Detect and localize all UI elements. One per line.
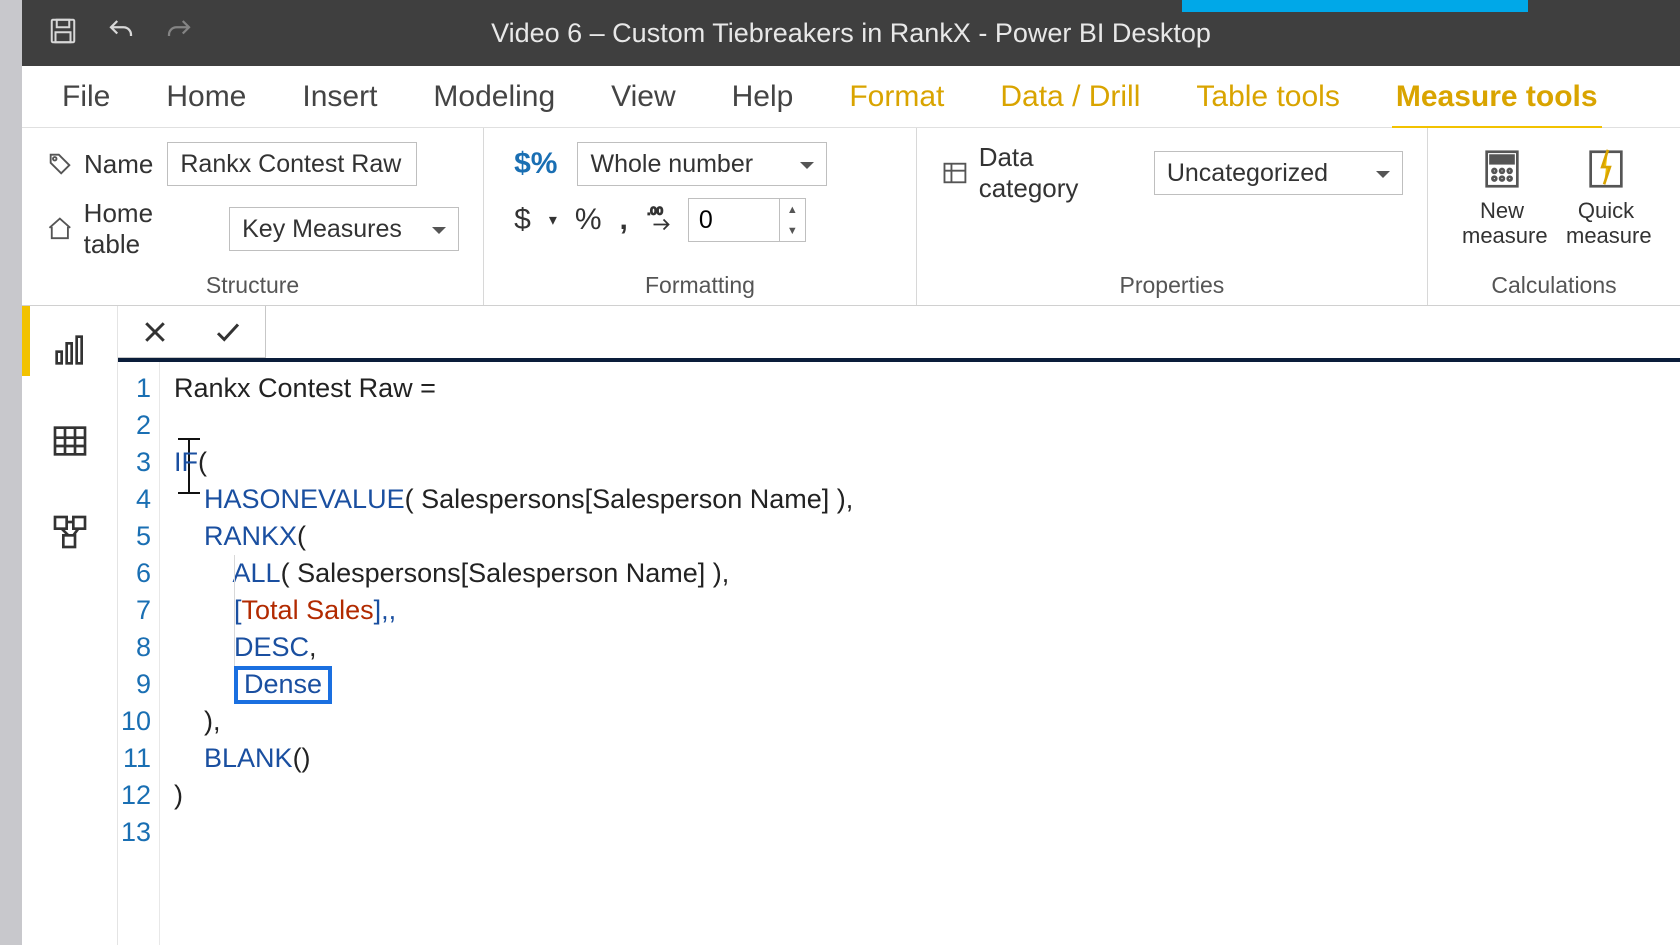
code-area[interactable]: Rankx Contest Raw = IF( HASONEVALUE( Sal… (160, 362, 1680, 945)
measure-name-input[interactable] (167, 142, 417, 186)
name-label-text: Name (84, 149, 153, 180)
code-line-13 (174, 814, 1680, 851)
tab-file[interactable]: File (62, 68, 110, 126)
group-formatting: $% Whole number $ ▾ % , .00 ▲ ▼ (484, 128, 917, 305)
group-formatting-label: Formatting (484, 272, 916, 299)
formula-header (118, 306, 1680, 362)
svg-text:.00: .00 (647, 206, 663, 218)
tab-insert[interactable]: Insert (302, 68, 377, 126)
code-line-7: [Total Sales],, (174, 592, 1680, 629)
decimals-spinner[interactable]: ▲ ▼ (688, 198, 806, 242)
code-line-5: RANKX( (174, 518, 1680, 555)
redo-icon[interactable] (164, 16, 194, 51)
decimals-up[interactable]: ▲ (780, 199, 805, 220)
percent-button[interactable]: % (569, 199, 608, 241)
code-line-4: HASONEVALUE( Salespersons[Salesperson Na… (174, 481, 1680, 518)
code-line-12: ) (174, 777, 1680, 814)
home-table-label-text: Home table (84, 198, 215, 260)
group-calculations-label: Calculations (1428, 272, 1680, 299)
code-line-6: ALL( Salespersons[Salesperson Name] ), (174, 555, 1680, 592)
currency-button[interactable]: $ (508, 199, 537, 241)
tab-table-tools[interactable]: Table tools (1196, 68, 1339, 126)
format-type-icon: $% (508, 143, 563, 185)
tab-view[interactable]: View (611, 68, 675, 126)
new-measure-label: New measure (1462, 198, 1542, 249)
home-table-value: Key Measures (242, 215, 402, 244)
data-category-value: Uncategorized (1167, 159, 1328, 188)
home-table-label: Home table (46, 198, 215, 260)
code-line-11: BLANK() (174, 740, 1680, 777)
group-properties: Data category Uncategorized Properties (917, 128, 1428, 305)
currency-dropdown-icon[interactable]: ▾ (543, 206, 563, 234)
group-structure-label: Structure (22, 272, 483, 299)
contextual-tab-highlight (1182, 0, 1528, 12)
tab-help[interactable]: Help (732, 68, 794, 126)
quick-measure-button[interactable]: Quick measure (1556, 142, 1656, 253)
thousands-button[interactable]: , (614, 199, 634, 241)
group-properties-label: Properties (917, 272, 1427, 299)
code-line-2 (174, 407, 1680, 444)
ribbon-content: Name Home table Key Measures Structure $… (22, 128, 1680, 306)
app-window: Video 6 – Custom Tiebreakers in RankX - … (22, 0, 1680, 945)
commit-formula-button[interactable] (192, 306, 266, 357)
active-view-indicator (22, 306, 30, 376)
view-rail (22, 306, 118, 945)
tab-modeling[interactable]: Modeling (433, 68, 555, 126)
format-type-value: Whole number (590, 150, 753, 179)
code-line-9: Dense (174, 666, 1680, 703)
decimals-input[interactable] (689, 206, 779, 235)
window-title: Video 6 – Custom Tiebreakers in RankX - … (22, 18, 1680, 49)
save-icon[interactable] (48, 16, 78, 51)
home-table-select[interactable]: Key Measures (229, 207, 459, 251)
code-line-1: Rankx Contest Raw = (174, 370, 1680, 407)
decimal-shift-icon[interactable]: .00 (640, 198, 682, 242)
dax-editor[interactable]: 1 2 3 4 5 6 7 8 9 10 11 12 13 (118, 362, 1680, 945)
group-calculations: New measure Quick measure Calculations (1428, 128, 1680, 305)
model-view-button[interactable] (44, 506, 96, 561)
group-structure: Name Home table Key Measures Structure (22, 128, 484, 305)
name-label: Name (46, 149, 153, 180)
tab-home[interactable]: Home (166, 68, 246, 126)
quick-access-toolbar (22, 16, 194, 51)
code-line-3: IF( (174, 444, 1680, 481)
code-line-8: DESC, (174, 629, 1680, 666)
selected-token: Dense (234, 666, 332, 704)
tab-format[interactable]: Format (849, 68, 944, 126)
data-category-label-text: Data category (979, 142, 1140, 204)
workspace: 1 2 3 4 5 6 7 8 9 10 11 12 13 (22, 306, 1680, 945)
tab-data-drill[interactable]: Data / Drill (1000, 68, 1140, 126)
data-view-button[interactable] (44, 415, 96, 470)
undo-icon[interactable] (106, 16, 136, 51)
data-category-label: Data category (941, 142, 1140, 204)
ribbon-tabs: File Home Insert Modeling View Help Form… (22, 66, 1680, 128)
tab-measure-tools[interactable]: Measure tools (1396, 68, 1598, 126)
title-bar: Video 6 – Custom Tiebreakers in RankX - … (22, 0, 1680, 66)
report-view-button[interactable] (44, 324, 96, 379)
new-measure-button[interactable]: New measure (1452, 142, 1552, 253)
quick-measure-label: Quick measure (1566, 198, 1646, 249)
line-gutter: 1 2 3 4 5 6 7 8 9 10 11 12 13 (118, 362, 160, 945)
decimals-down[interactable]: ▼ (780, 220, 805, 241)
data-category-select[interactable]: Uncategorized (1154, 151, 1403, 195)
formula-area: 1 2 3 4 5 6 7 8 9 10 11 12 13 (118, 306, 1680, 945)
cancel-formula-button[interactable] (118, 306, 192, 357)
code-line-10: ), (174, 703, 1680, 740)
format-type-select[interactable]: Whole number (577, 142, 827, 186)
